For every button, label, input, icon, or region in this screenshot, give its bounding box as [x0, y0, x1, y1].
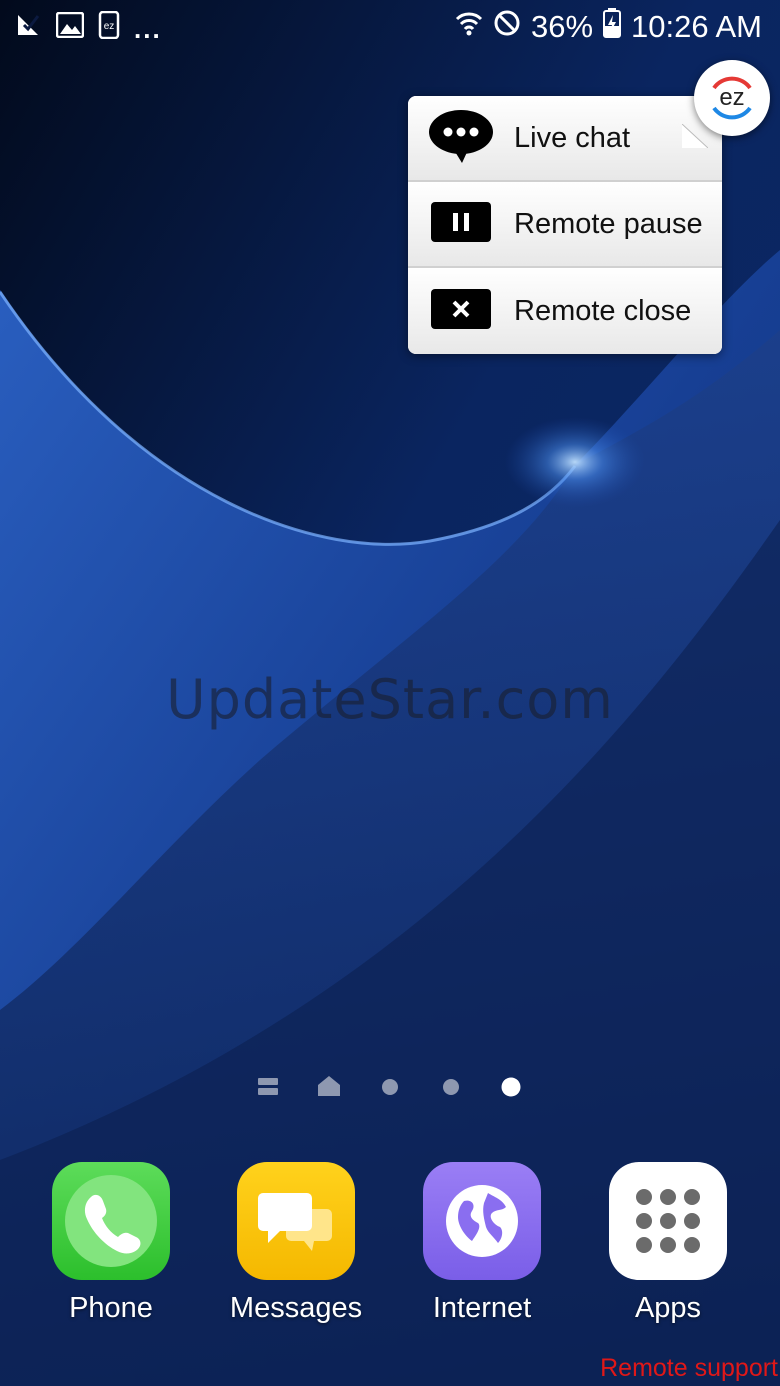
status-bar-right: 36% 10:26 AM: [455, 8, 762, 46]
ez-floating-button[interactable]: ez: [694, 60, 770, 136]
menu-item-remote-pause[interactable]: Remote pause: [408, 182, 722, 268]
menu-lines-icon[interactable]: [258, 1078, 278, 1101]
ez-logo-icon: ez: [712, 76, 752, 120]
page-dot[interactable]: [442, 1078, 460, 1101]
page-dot[interactable]: [381, 1078, 399, 1101]
battery-percent: 36%: [530, 9, 594, 44]
app-label: Phone: [69, 1292, 153, 1324]
watermark: UpdateStar.com: [166, 668, 614, 731]
remote-control-menu: Live chat Remote pause Remote close: [408, 96, 722, 354]
home-icon[interactable]: [318, 1076, 340, 1101]
wifi-icon: [455, 9, 483, 45]
battery-charging-icon: [603, 8, 622, 46]
app-apps[interactable]: Apps: [578, 1160, 758, 1325]
svg-text:ez: ez: [719, 84, 744, 111]
page-indicator: [254, 1070, 526, 1102]
app-label: Messages: [229, 1292, 363, 1324]
close-icon: [431, 288, 491, 334]
messages-icon: [237, 1162, 355, 1280]
app-label: Apps: [634, 1292, 702, 1324]
svg-text:ez: ez: [104, 21, 115, 32]
menu-item-label: Remote pause: [514, 207, 703, 240]
pause-icon: [431, 201, 491, 247]
clock: 10:26 AM: [631, 9, 762, 44]
notification-check-icon: [14, 11, 42, 44]
menu-item-label: Live chat: [514, 121, 631, 154]
page-fold-icon: [681, 123, 709, 153]
image-icon: [55, 11, 85, 43]
menu-item-label: Remote close: [514, 294, 692, 327]
menu-item-live-chat[interactable]: Live chat: [408, 96, 722, 182]
do-not-disturb-icon: [493, 9, 521, 45]
ez-phone-icon: ez: [98, 10, 120, 44]
app-messages[interactable]: Messages: [206, 1160, 386, 1325]
apps-grid-icon: [609, 1162, 727, 1280]
status-bar-left: ez ...: [14, 10, 162, 45]
menu-item-remote-close[interactable]: Remote close: [408, 268, 722, 354]
globe-icon: [423, 1162, 541, 1280]
chat-bubble-icon: [428, 108, 494, 169]
page-dot-active[interactable]: [501, 1077, 521, 1102]
app-internet[interactable]: Internet: [392, 1160, 572, 1325]
remote-support-label: Remote support: [600, 1354, 778, 1382]
notification-overflow: ...: [134, 14, 162, 44]
app-dock: Phone Messages Internet Apps: [0, 1160, 780, 1340]
status-bar: ez ... 36% 10:26 AM: [0, 0, 780, 56]
app-phone[interactable]: Phone: [21, 1160, 201, 1325]
phone-icon: [52, 1162, 170, 1280]
app-label: Internet: [432, 1292, 532, 1324]
